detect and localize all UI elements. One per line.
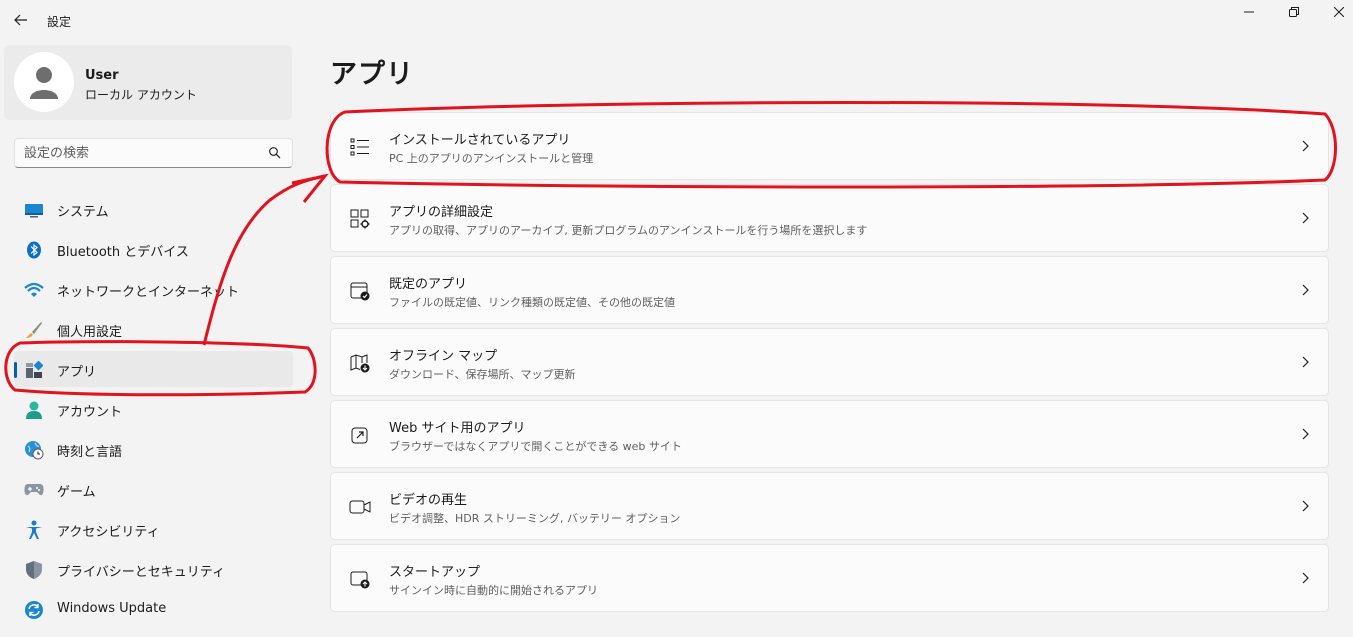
sidebar-item-label: アプリ	[57, 365, 97, 380]
sidebar-item-label: Windows Update	[57, 601, 167, 616]
title-bar: 設定	[0, 0, 1353, 40]
card-title: ビデオの再生	[389, 493, 468, 508]
card-description: サインイン時に自動的に開始されるアプリ	[389, 584, 598, 597]
card-title: 既定のアプリ	[389, 277, 468, 292]
sidebar-item-system[interactable]: システム	[14, 191, 293, 227]
minimize-icon	[1244, 11, 1254, 13]
settings-search[interactable]	[14, 138, 293, 168]
card-video-playback[interactable]: ビデオの再生 ビデオ調整、HDR ストリーミング, バッテリー オプション	[330, 472, 1329, 540]
sidebar-item-bluetooth[interactable]: Bluetooth とデバイス	[14, 231, 293, 267]
sidebar-item-apps[interactable]: アプリ	[14, 351, 293, 387]
sidebar-item-label: アクセシビリティ	[57, 525, 160, 540]
selection-indicator	[14, 362, 17, 378]
card-description: PC 上のアプリのアンインストールと管理	[389, 152, 594, 165]
card-description: ブラウザーではなくアプリで開くことができる web サイト	[389, 440, 682, 453]
chevron-right-icon	[1299, 571, 1311, 585]
chevron-right-icon	[1299, 355, 1311, 369]
sidebar-item-label: ゲーム	[57, 485, 96, 500]
card-offline-maps[interactable]: オフライン マップ ダウンロード、保存場所、マップ更新	[330, 328, 1329, 396]
card-title: オフライン マップ	[389, 349, 498, 364]
sidebar-item-windows-update[interactable]: Windows Update	[14, 591, 293, 627]
sidebar-item-label: ネットワークとインターネット	[57, 285, 240, 300]
globe-clock-icon	[24, 440, 44, 460]
sidebar-item-label: アカウント	[57, 405, 123, 420]
card-description: ビデオ調整、HDR ストリーミング, バッテリー オプション	[389, 512, 681, 525]
sidebar-item-label: システム	[57, 205, 109, 220]
shield-icon	[24, 560, 44, 580]
bluetooth-icon	[24, 240, 44, 260]
card-description: ファイルの既定値、リンク種類の既定値、その他の既定値	[389, 296, 675, 309]
card-description: ダウンロード、保存場所、マップ更新	[389, 368, 576, 381]
card-startup[interactable]: スタートアップ サインイン時に自動的に開始されるアプリ	[330, 544, 1329, 612]
card-title: インストールされているアプリ	[389, 133, 571, 148]
card-title: アプリの詳細設定	[389, 205, 494, 220]
card-title: Web サイト用のアプリ	[389, 421, 526, 436]
back-button[interactable]	[10, 10, 32, 30]
person-icon	[24, 400, 44, 420]
card-apps-for-websites[interactable]: Web サイト用のアプリ ブラウザーではなくアプリで開くことができる web サ…	[330, 400, 1329, 468]
brush-icon	[24, 320, 44, 340]
list-icon	[349, 136, 371, 158]
minimize-button[interactable]	[1226, 2, 1272, 22]
update-icon	[24, 600, 44, 620]
user-name: User	[85, 68, 119, 83]
app-title: 設定	[47, 15, 72, 29]
sidebar-item-accounts[interactable]: アカウント	[14, 391, 293, 427]
close-icon	[1334, 7, 1344, 17]
chevron-right-icon	[1299, 427, 1311, 441]
video-icon	[349, 496, 371, 518]
sidebar-item-label: Bluetooth とデバイス	[57, 245, 189, 260]
sidebar-item-label: 個人用設定	[57, 325, 123, 340]
apps-icon	[24, 360, 44, 380]
user-profile-card[interactable]: User ローカル アカウント	[4, 45, 292, 120]
sidebar-item-accessibility[interactable]: アクセシビリティ	[14, 511, 293, 547]
search-input[interactable]	[24, 144, 254, 162]
sidebar-item-personalization[interactable]: 個人用設定	[14, 311, 293, 347]
default-apps-icon	[349, 280, 371, 302]
chevron-right-icon	[1299, 499, 1311, 513]
close-button[interactable]	[1316, 2, 1353, 22]
card-description: アプリの取得、アプリのアーカイブ, 更新プログラムのアンインストールを行う場所を…	[389, 224, 868, 237]
chevron-right-icon	[1299, 139, 1311, 153]
map-icon	[349, 352, 371, 374]
avatar	[14, 52, 74, 112]
gamepad-icon	[24, 480, 44, 500]
card-installed-apps[interactable]: インストールされているアプリ PC 上のアプリのアンインストールと管理	[330, 112, 1329, 180]
startup-icon	[349, 568, 371, 590]
open-external-icon	[349, 424, 371, 446]
maximize-button[interactable]	[1271, 2, 1317, 22]
sidebar-item-network[interactable]: ネットワークとインターネット	[14, 271, 293, 307]
account-type: ローカル アカウント	[85, 88, 197, 102]
app-settings-icon	[349, 208, 371, 230]
system-icon	[24, 200, 44, 220]
user-avatar-icon	[30, 67, 58, 99]
sidebar-item-time-language[interactable]: 時刻と言語	[14, 431, 293, 467]
card-default-apps[interactable]: 既定のアプリ ファイルの既定値、リンク種類の既定値、その他の既定値	[330, 256, 1329, 324]
card-title: スタートアップ	[389, 565, 481, 580]
sidebar-item-privacy[interactable]: プライバシーとセキュリティ	[14, 551, 293, 587]
arrow-left-icon	[14, 14, 27, 26]
sidebar-item-label: プライバシーとセキュリティ	[57, 565, 225, 580]
chevron-right-icon	[1299, 283, 1311, 297]
annotation-arrowhead	[291, 173, 329, 203]
accessibility-icon	[24, 520, 44, 540]
chevron-right-icon	[1299, 211, 1311, 225]
sidebar-item-gaming[interactable]: ゲーム	[14, 471, 293, 507]
search-icon[interactable]	[268, 146, 282, 160]
wifi-icon	[24, 280, 44, 300]
maximize-icon	[1289, 7, 1299, 17]
sidebar-item-label: 時刻と言語	[57, 445, 123, 460]
page-title: アプリ	[330, 59, 414, 90]
card-advanced-app-settings[interactable]: アプリの詳細設定 アプリの取得、アプリのアーカイブ, 更新プログラムのアンインス…	[330, 184, 1329, 252]
